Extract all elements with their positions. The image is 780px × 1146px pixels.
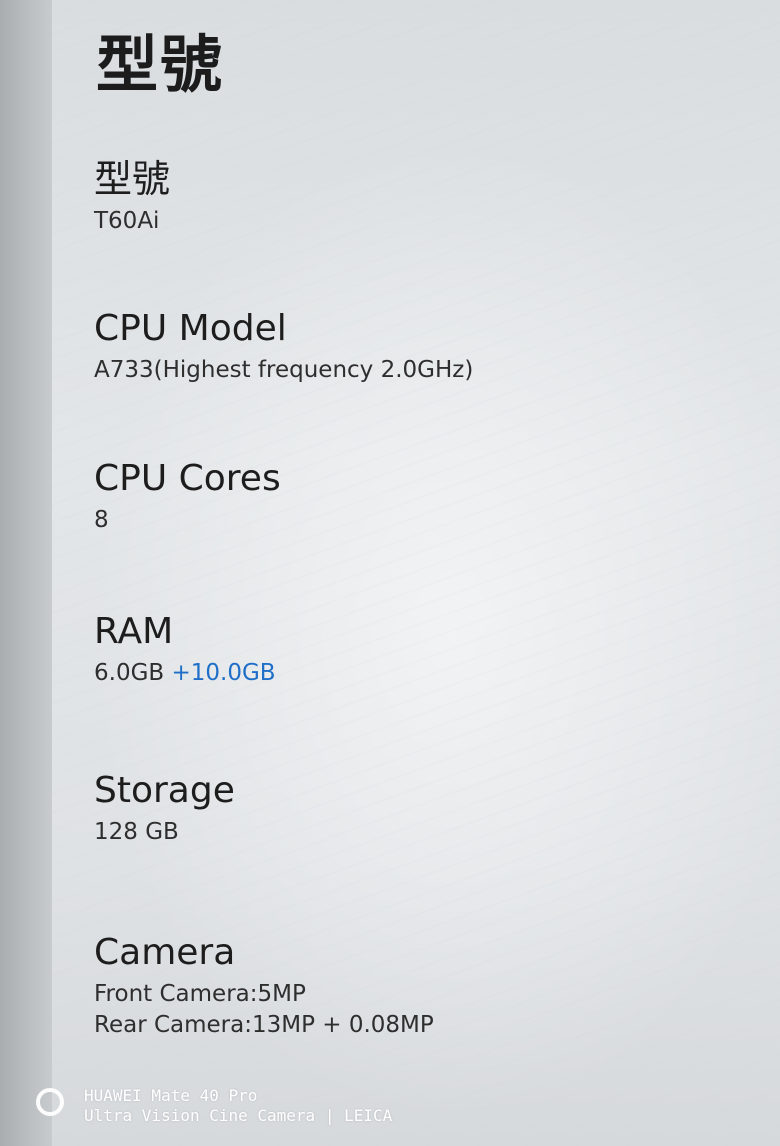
- watermark-text: HUAWEI Mate 40 Pro Ultra Vision Cine Cam…: [84, 1086, 392, 1126]
- spec-camera-label: Camera: [94, 932, 236, 973]
- spec-cpu-cores[interactable]: CPU Cores 8: [94, 458, 281, 536]
- spec-model-value: T60Ai: [94, 207, 160, 234]
- spec-camera[interactable]: Camera Front Camera:5MP Rear Camera:13MP…: [94, 932, 434, 1041]
- spec-ram-value-row: 6.0GB +10.0GB: [94, 658, 276, 689]
- leica-ring-icon: [36, 1088, 64, 1116]
- spec-cpu-cores-label: CPU Cores: [94, 458, 281, 499]
- spec-cpu-model-value: A733(Highest frequency 2.0GHz): [94, 357, 474, 384]
- spec-storage[interactable]: Storage 128 GB: [94, 770, 235, 848]
- device-bezel: [0, 0, 52, 1146]
- spec-ram-label: RAM: [94, 611, 174, 652]
- spec-cpu-model-label: CPU Model: [94, 308, 287, 349]
- watermark-device: HUAWEI Mate 40 Pro: [84, 1086, 258, 1105]
- watermark-camera: Ultra Vision Cine Camera | LEICA: [84, 1106, 393, 1125]
- spec-model-label: 型號: [94, 157, 171, 201]
- spec-storage-label: Storage: [94, 770, 235, 811]
- spec-cpu-model[interactable]: CPU Model A733(Highest frequency 2.0GHz): [94, 308, 473, 386]
- spec-ram-value: 6.0GB: [94, 660, 165, 687]
- spec-cpu-cores-value: 8: [94, 507, 109, 534]
- spec-ram-extended-value: +10.0GB: [171, 660, 276, 687]
- spec-ram[interactable]: RAM 6.0GB +10.0GB: [94, 611, 276, 689]
- spec-storage-value: 128 GB: [94, 819, 179, 846]
- spec-camera-front-value: Front Camera:5MP: [94, 981, 306, 1008]
- spec-camera-rear-value: Rear Camera:13MP + 0.08MP: [94, 1012, 434, 1039]
- spec-model[interactable]: 型號 T60Ai: [94, 157, 171, 237]
- page-title: 型號: [96, 28, 225, 101]
